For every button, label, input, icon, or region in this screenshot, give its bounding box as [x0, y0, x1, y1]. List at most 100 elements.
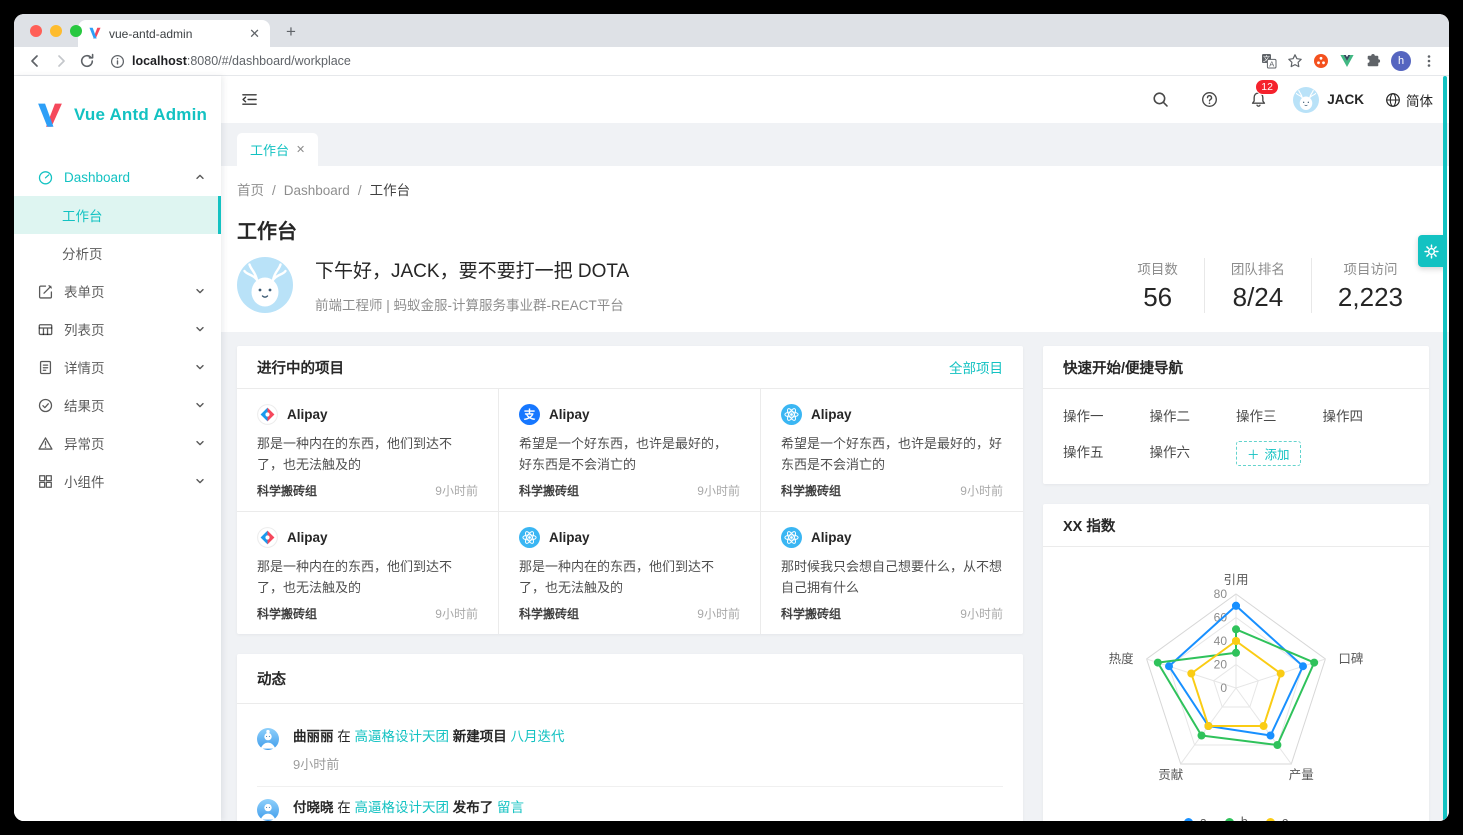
- quick-nav-link[interactable]: 操作四: [1323, 405, 1410, 425]
- chevron-down-icon: [195, 438, 205, 448]
- project-card-cell[interactable]: Alipay 那是一种内在的东西，他们到达不了，也无法触及的 科学搬砖组 9小时…: [237, 512, 499, 634]
- girl-avatar: [257, 728, 279, 773]
- project-name[interactable]: Alipay: [549, 530, 590, 545]
- sidebar-collapse-icon[interactable]: [235, 86, 263, 114]
- welcome-section: 下午好，JACK，要不要打一把 DOTA 前端工程师 | 蚂蚁金服-计算服务事业…: [237, 256, 1429, 314]
- project-description: 那是一种内在的东西，他们到达不了，也无法触及的: [519, 556, 740, 598]
- extension-orange-icon[interactable]: [1313, 53, 1329, 69]
- app-logo[interactable]: Vue Antd Admin: [14, 76, 221, 128]
- browser-tabstrip: vue-antd-admin ✕ +: [14, 14, 1449, 47]
- breadcrumb-item[interactable]: Dashboard: [284, 183, 350, 198]
- browser-profile-avatar[interactable]: h: [1391, 51, 1411, 71]
- profile-icon: [38, 360, 54, 375]
- radar-chart-card: XX 指数 020406080引用口碑产量贡献热度 abc: [1043, 504, 1429, 821]
- project-card-cell[interactable]: Alipay 那时候我只会想自己想要什么，从不想自己拥有什么 科学搬砖组 9小时…: [761, 512, 1023, 634]
- minimize-window-button[interactable]: [50, 25, 62, 37]
- sidebar-item-详情页[interactable]: 详情页: [14, 348, 221, 386]
- project-group-link[interactable]: 科学搬砖组: [519, 482, 697, 499]
- quick-nav-link[interactable]: 操作六: [1150, 441, 1237, 466]
- sidebar-item-label: 小组件: [64, 471, 195, 491]
- page-header: 首页/Dashboard/工作台 工作台 下午好，JACK，要不要打一把 DOT…: [221, 166, 1449, 332]
- project-description: 那是一种内在的东西，他们到达不了，也无法触及的: [257, 556, 478, 598]
- legend-item-a[interactable]: a: [1184, 815, 1207, 821]
- project-name[interactable]: Alipay: [811, 407, 852, 422]
- svg-text:60: 60: [1214, 611, 1228, 625]
- page-scrollbar[interactable]: [1443, 76, 1447, 821]
- feed-segment-link[interactable]: 留言: [497, 800, 524, 815]
- sidebar-item-结果页[interactable]: 结果页: [14, 386, 221, 424]
- vue-devtools-icon[interactable]: [1339, 54, 1355, 68]
- sidebar-item-表单页[interactable]: 表单页: [14, 272, 221, 310]
- project-name[interactable]: Alipay: [549, 407, 590, 422]
- sidebar-item-工作台[interactable]: 工作台: [14, 196, 221, 234]
- project-card-cell[interactable]: Alipay 希望是一个好东西，也许是最好的，好东西是不会消亡的 科学搬砖组 9…: [761, 389, 1023, 512]
- stats-row: 项目数 56 团队排名 8/24 项目访问 2,223: [1111, 258, 1429, 313]
- feed-segment-link[interactable]: 高逼格设计天团: [355, 800, 450, 815]
- svg-text:口碑: 口碑: [1338, 651, 1363, 666]
- legend-item-b[interactable]: b: [1225, 815, 1248, 821]
- breadcrumb-item: 工作台: [370, 183, 411, 198]
- app-root: Vue Antd Admin Dashboard 工作台分析页表单页列表页详情页结…: [14, 76, 1449, 821]
- legend-item-c[interactable]: c: [1266, 815, 1288, 821]
- sidebar-item-label: 工作台: [62, 205, 205, 225]
- breadcrumb-item[interactable]: 首页: [237, 183, 264, 198]
- project-group-link[interactable]: 科学搬砖组: [519, 605, 697, 622]
- kebab-menu-icon[interactable]: [1421, 53, 1437, 69]
- feed-segment-link[interactable]: 高逼格设计天团: [355, 729, 450, 744]
- quick-nav-link[interactable]: 操作一: [1063, 405, 1150, 425]
- language-selector[interactable]: 简体: [1385, 90, 1433, 110]
- address-bar[interactable]: localhost:8080/#/dashboard/workplace: [100, 54, 1257, 69]
- maximize-window-button[interactable]: [70, 25, 82, 37]
- user-menu[interactable]: JACK: [1293, 87, 1364, 113]
- alipay-logo: 支: [519, 404, 540, 425]
- page-tab-close-icon[interactable]: ✕: [296, 143, 305, 156]
- add-quick-nav-button[interactable]: ＋添加: [1236, 441, 1301, 466]
- legend-label: c: [1282, 815, 1288, 821]
- stat-block: 项目访问 2,223: [1311, 258, 1429, 313]
- project-name[interactable]: Alipay: [287, 407, 328, 422]
- translate-icon[interactable]: 文A: [1261, 53, 1277, 69]
- sidebar-item-分析页[interactable]: 分析页: [14, 234, 221, 272]
- search-icon[interactable]: [1146, 86, 1174, 114]
- all-projects-link[interactable]: 全部项目: [949, 357, 1003, 377]
- back-icon[interactable]: [22, 48, 48, 74]
- stat-value: 56: [1137, 282, 1178, 313]
- sidebar-item-Dashboard[interactable]: Dashboard: [14, 158, 221, 196]
- puzzle-extension-icon[interactable]: [1365, 53, 1381, 69]
- new-tab-button[interactable]: +: [278, 19, 304, 45]
- project-group-link[interactable]: 科学搬砖组: [257, 482, 435, 499]
- chevron-up-icon: [195, 172, 205, 182]
- feed-segment-link[interactable]: 八月迭代: [511, 729, 565, 744]
- chevron-down-icon: [195, 324, 205, 334]
- project-group-link[interactable]: 科学搬砖组: [781, 605, 960, 622]
- sidebar-item-列表页[interactable]: 列表页: [14, 310, 221, 348]
- project-name[interactable]: Alipay: [287, 530, 328, 545]
- help-icon[interactable]: [1195, 86, 1223, 114]
- quick-nav-link[interactable]: 操作五: [1063, 441, 1150, 466]
- sidebar-item-小组件[interactable]: 小组件: [14, 462, 221, 500]
- project-card-cell[interactable]: Alipay 那是一种内在的东西，他们到达不了，也无法触及的 科学搬砖组 9小时…: [237, 389, 499, 512]
- forward-icon[interactable]: [48, 48, 74, 74]
- theme-settings-button[interactable]: [1418, 235, 1445, 267]
- project-group-link[interactable]: 科学搬砖组: [257, 605, 435, 622]
- sidebar-item-异常页[interactable]: 异常页: [14, 424, 221, 462]
- page-info-icon[interactable]: [110, 54, 125, 69]
- project-time: 9小时前: [960, 482, 1003, 499]
- browser-tab[interactable]: vue-antd-admin ✕: [78, 20, 270, 47]
- quick-nav-link[interactable]: 操作二: [1150, 405, 1237, 425]
- stat-label: 团队排名: [1231, 258, 1285, 278]
- quick-nav-link[interactable]: 操作三: [1236, 405, 1323, 425]
- tab-close-icon[interactable]: ✕: [249, 27, 260, 40]
- project-name[interactable]: Alipay: [811, 530, 852, 545]
- quick-nav-card: 快速开始/便捷导航 操作一操作二操作三操作四操作五操作六＋添加: [1043, 346, 1429, 484]
- project-group-link[interactable]: 科学搬砖组: [781, 482, 960, 499]
- reload-icon[interactable]: [74, 48, 100, 74]
- bookmark-star-icon[interactable]: [1287, 53, 1303, 69]
- page-tab-workplace[interactable]: 工作台 ✕: [237, 133, 318, 166]
- project-card-cell[interactable]: Alipay 那是一种内在的东西，他们到达不了，也无法触及的 科学搬砖组 9小时…: [499, 512, 761, 634]
- project-card-cell[interactable]: 支 Alipay 希望是一个好东西，也许是最好的，好东西是不会消亡的 科学搬砖组…: [499, 389, 761, 512]
- project-time: 9小时前: [697, 482, 740, 499]
- close-window-button[interactable]: [30, 25, 42, 37]
- deer-avatar: [237, 257, 293, 313]
- notification-bell-icon[interactable]: 12: [1244, 86, 1272, 114]
